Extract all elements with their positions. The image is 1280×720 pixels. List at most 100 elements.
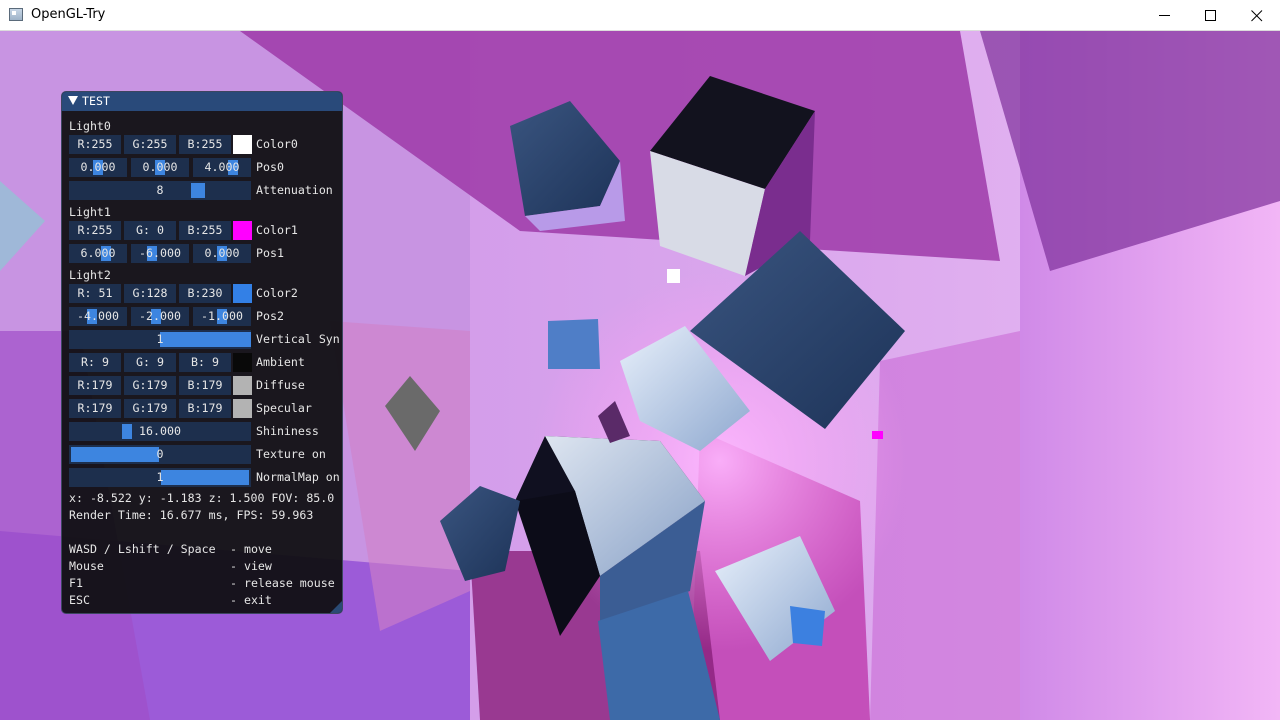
diffuse-g-value: G:179: [132, 378, 168, 392]
normalmap-label: NormalMap on: [256, 470, 340, 484]
pos0-x-slider[interactable]: 0.000: [69, 158, 127, 177]
shininess-slider[interactable]: 16.000: [69, 422, 251, 441]
specular-label: Specular: [256, 401, 312, 415]
pos0-y-slider[interactable]: 0.000: [131, 158, 189, 177]
color0-b-value: B:255: [187, 137, 223, 151]
shininess-value: 16.000: [139, 424, 181, 438]
collapse-triangle-icon[interactable]: [68, 96, 78, 105]
color0-g-value: G:255: [132, 137, 168, 151]
controls-keys-exit: ESC: [69, 593, 90, 607]
resize-grip-icon[interactable]: [330, 601, 342, 613]
ambient-g-field[interactable]: G: 9: [124, 353, 176, 372]
pos0-label: Pos0: [256, 160, 284, 174]
color2-b-field[interactable]: B:230: [179, 284, 231, 303]
pos1-y-slider[interactable]: -6.000: [131, 244, 189, 263]
debug-panel[interactable]: TEST Light0 R:255 G:255 B:255 Color0 0.0…: [61, 91, 343, 614]
pos2-x-value: -4.000: [77, 309, 119, 323]
ambient-r-value: R: 9: [81, 355, 109, 369]
diffuse-b-field[interactable]: B:179: [179, 376, 231, 395]
color1-g-value: G: 0: [136, 223, 164, 237]
color1-r-value: R:255: [77, 223, 113, 237]
ambient-r-field[interactable]: R: 9: [69, 353, 121, 372]
ambient-g-value: G: 9: [136, 355, 164, 369]
pos2-z-slider[interactable]: -1.000: [193, 307, 251, 326]
maximize-icon: [1205, 10, 1216, 21]
pos2-x-slider[interactable]: -4.000: [69, 307, 127, 326]
maximize-button[interactable]: [1188, 0, 1234, 31]
specular-b-field[interactable]: B:179: [179, 399, 231, 418]
diffuse-r-field[interactable]: R:179: [69, 376, 121, 395]
controls-keys-move: WASD / Lshift / Space: [69, 542, 216, 556]
color0-swatch[interactable]: [233, 135, 252, 154]
controls-action-move: - move: [230, 542, 272, 556]
window-titlebar[interactable]: OpenGL-Try: [0, 0, 1280, 31]
diffuse-r-value: R:179: [77, 378, 113, 392]
pos2-y-value: -2.000: [139, 309, 181, 323]
ambient-b-value: B: 9: [191, 355, 219, 369]
minimize-button[interactable]: [1142, 0, 1188, 31]
diffuse-g-field[interactable]: G:179: [124, 376, 176, 395]
pos2-y-slider[interactable]: -2.000: [131, 307, 189, 326]
pos0-z-value: 4.000: [204, 160, 240, 174]
color1-r-field[interactable]: R:255: [69, 221, 121, 240]
texture-toggle[interactable]: 0: [69, 445, 251, 464]
pos0-z-slider[interactable]: 4.000: [193, 158, 251, 177]
camera-readout: x: -8.522 y: -1.183 z: 1.500 FOV: 85.0: [69, 491, 335, 505]
normalmap-fill: [161, 470, 249, 485]
close-button[interactable]: [1234, 0, 1280, 31]
ambient-label: Ambient: [256, 355, 305, 369]
color1-swatch[interactable]: [233, 221, 252, 240]
color0-b-field[interactable]: B:255: [179, 135, 231, 154]
diffuse-b-value: B:179: [187, 378, 223, 392]
close-icon: [1251, 10, 1263, 22]
vsync-label: Vertical Syn: [256, 332, 340, 346]
texture-label: Texture on: [256, 447, 326, 461]
pos1-y-value: -6.000: [139, 246, 181, 260]
panel-header[interactable]: TEST: [62, 92, 342, 111]
vsync-fill: [160, 332, 251, 347]
color2-r-field[interactable]: R: 51: [69, 284, 121, 303]
attenuation-value: 8: [156, 183, 164, 197]
light0-heading: Light0: [69, 119, 111, 133]
panel-title: TEST: [82, 94, 110, 108]
color2-swatch[interactable]: [233, 284, 252, 303]
color2-r-value: R: 51: [77, 286, 113, 300]
controls-action-release: - release mouse: [230, 576, 335, 590]
controls-keys-view: Mouse: [69, 559, 104, 573]
color0-r-field[interactable]: R:255: [69, 135, 121, 154]
texture-fill: [71, 447, 159, 462]
color0-r-value: R:255: [77, 137, 113, 151]
color1-b-field[interactable]: B:255: [179, 221, 231, 240]
controls-keys-release: F1: [69, 576, 83, 590]
controls-action-exit: - exit: [230, 593, 272, 607]
color2-g-field[interactable]: G:128: [124, 284, 176, 303]
color0-label: Color0: [256, 137, 298, 151]
diffuse-swatch[interactable]: [233, 376, 252, 395]
ambient-swatch[interactable]: [233, 353, 252, 372]
color2-label: Color2: [256, 286, 298, 300]
attenuation-grab[interactable]: [191, 183, 205, 198]
color1-label: Color1: [256, 223, 298, 237]
normalmap-value: 1: [156, 470, 164, 484]
light1-heading: Light1: [69, 205, 111, 219]
pos0-y-value: 0.000: [142, 160, 178, 174]
specular-g-field[interactable]: G:179: [124, 399, 176, 418]
specular-r-value: R:179: [77, 401, 113, 415]
normalmap-toggle[interactable]: 1: [69, 468, 251, 487]
attenuation-label: Attenuation: [256, 183, 333, 197]
color2-g-value: G:128: [132, 286, 168, 300]
pos1-z-value: 0.000: [204, 246, 240, 260]
color1-g-field[interactable]: G: 0: [124, 221, 176, 240]
pos1-x-slider[interactable]: 6.000: [69, 244, 127, 263]
attenuation-slider[interactable]: 8: [69, 181, 251, 200]
pos1-label: Pos1: [256, 246, 284, 260]
specular-swatch[interactable]: [233, 399, 252, 418]
vsync-toggle[interactable]: 1: [69, 330, 251, 349]
pos1-z-slider[interactable]: 0.000: [193, 244, 251, 263]
shininess-grab[interactable]: [122, 424, 132, 439]
color0-g-field[interactable]: G:255: [124, 135, 176, 154]
specular-r-field[interactable]: R:179: [69, 399, 121, 418]
ambient-b-field[interactable]: B: 9: [179, 353, 231, 372]
texture-value: 0: [156, 447, 164, 461]
window-title: OpenGL-Try: [31, 7, 106, 22]
